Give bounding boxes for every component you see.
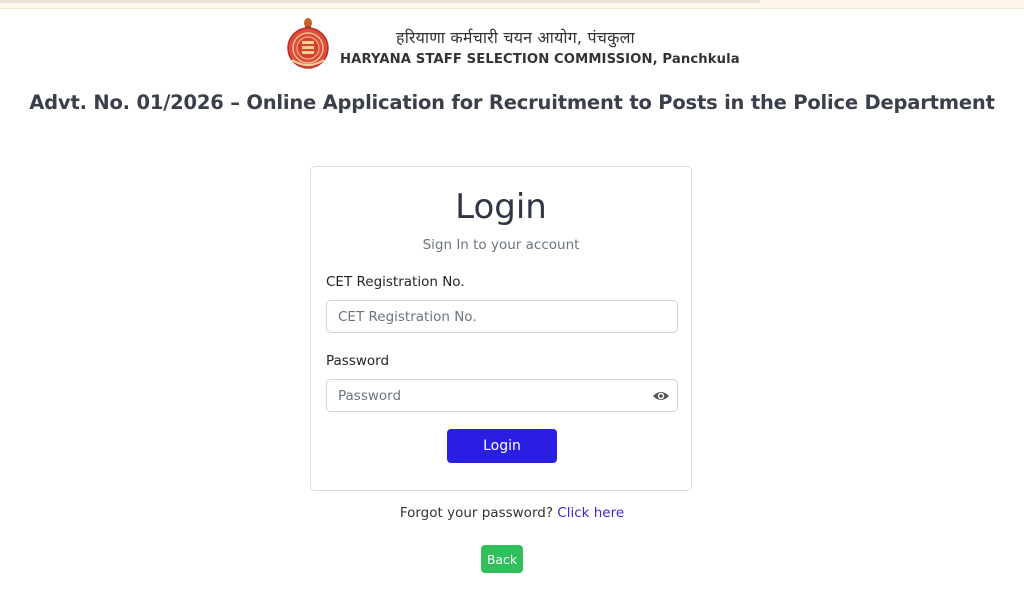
login-heading: Login <box>455 187 547 227</box>
haryana-state-emblem-icon <box>287 18 329 69</box>
registration-label: CET Registration No. <box>326 274 465 290</box>
login-subtitle: Sign In to your account <box>422 237 580 253</box>
commission-name-hindi: हरियाणा कर्मचारी चयन आयोग, पंचकुला <box>396 28 635 47</box>
registration-input[interactable] <box>326 300 678 333</box>
forgot-password-row: Forgot your password? Click here <box>0 505 1024 521</box>
top-strip-segment <box>0 0 760 3</box>
eye-icon[interactable] <box>652 389 670 403</box>
login-button[interactable]: Login <box>447 429 557 463</box>
forgot-password-link[interactable]: Click here <box>557 505 624 521</box>
advertisement-title: Advt. No. 01/2026 – Online Application f… <box>29 91 995 114</box>
commission-name-english: HARYANA STAFF SELECTION COMMISSION, Panc… <box>340 52 740 67</box>
login-card: Login Sign In to your account CET Regist… <box>310 166 692 491</box>
site-header: हरियाणा कर्मचारी चयन आयोग, पंचकुला HARYA… <box>0 16 1024 76</box>
browser-top-strip <box>0 0 1024 9</box>
password-input[interactable] <box>326 379 678 412</box>
forgot-password-text: Forgot your password? <box>399 505 558 521</box>
back-button[interactable]: Back <box>481 545 523 573</box>
password-label: Password <box>326 353 390 369</box>
